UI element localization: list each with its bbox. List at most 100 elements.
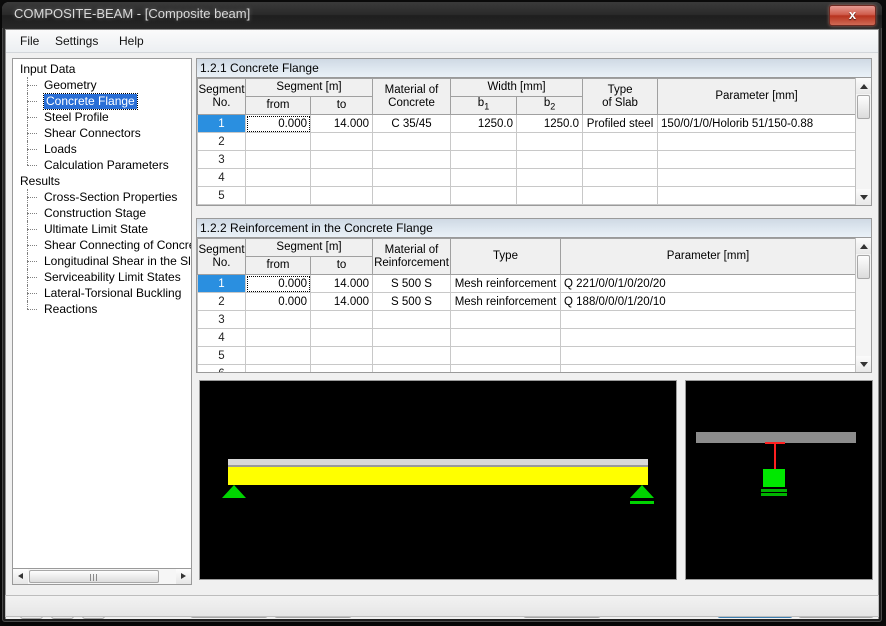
concrete-flange-table[interactable]: Segment No. Segment [m] Material of Conc… [197, 78, 855, 205]
table-row[interactable]: 3 [197, 150, 855, 169]
cell-segment-from[interactable] [245, 364, 311, 372]
row-header-cell[interactable]: 3 [197, 310, 246, 329]
cell-type-of-slab[interactable]: Profiled steel [582, 114, 659, 133]
cell-segment-from[interactable] [245, 168, 311, 187]
navigator-horizontal-scrollbar[interactable] [12, 568, 192, 585]
cell-material-reinforcement[interactable] [372, 328, 452, 347]
cell-width-b2[interactable] [516, 204, 584, 205]
cross-section-graphic[interactable] [685, 380, 873, 580]
cell-parameter[interactable] [657, 150, 855, 169]
cell-type-of-slab[interactable] [582, 204, 659, 205]
cell-segment-to[interactable] [309, 364, 374, 372]
cell-material-concrete[interactable] [372, 204, 452, 205]
cell-segment-to[interactable]: 14.000 [309, 292, 374, 311]
scroll-up-arrow-icon[interactable] [856, 78, 871, 94]
cell-material-reinforcement[interactable]: S 500 S [372, 292, 452, 311]
sidebar-item-calculation-parameters[interactable]: Calculation Parameters [13, 157, 191, 173]
cell-segment-to[interactable] [309, 310, 374, 329]
cell-segment-from[interactable]: 0.000 [245, 274, 311, 293]
cell-material-reinforcement[interactable]: S 500 S [372, 274, 452, 293]
navigator-tree-panel[interactable]: Input Data Geometry Concrete Flange Stee… [12, 58, 192, 584]
cell-material-concrete[interactable] [372, 132, 452, 151]
cell-parameter[interactable] [560, 364, 855, 372]
table-row[interactable]: 2 0.000 14.000 S 500 S Mesh reinforcemen… [197, 292, 855, 311]
cell-segment-from[interactable] [245, 132, 311, 151]
cell-parameter[interactable] [560, 346, 855, 365]
cell-segment-to[interactable]: 14.000 [309, 274, 374, 293]
cell-type[interactable] [450, 310, 562, 329]
menu-settings[interactable]: Settings [48, 33, 105, 49]
cell-segment-from[interactable] [245, 346, 311, 365]
cell-segment-from[interactable] [245, 310, 311, 329]
cell-parameter[interactable] [560, 310, 855, 329]
cell-material-concrete[interactable] [372, 186, 452, 205]
navigator-scroll-thumb[interactable] [29, 570, 159, 583]
cell-segment-to[interactable] [309, 132, 374, 151]
table2-scroll-thumb[interactable] [857, 255, 870, 279]
cell-segment-from[interactable] [245, 204, 311, 205]
beam-elevation-graphic[interactable] [199, 380, 677, 580]
sidebar-item-concrete-flange[interactable]: Concrete Flange [13, 93, 191, 110]
tree-group-input-data[interactable]: Input Data [13, 61, 191, 77]
sidebar-item-shear-connecting-of-concrete[interactable]: Shear Connecting of Concrete I [13, 237, 191, 253]
row-header-cell[interactable]: 3 [197, 150, 246, 169]
scroll-left-arrow-icon[interactable] [13, 569, 28, 584]
cell-parameter[interactable] [657, 168, 855, 187]
cell-material-reinforcement[interactable] [372, 310, 452, 329]
table-row[interactable]: 4 [197, 168, 855, 187]
cell-width-b1[interactable] [450, 204, 518, 205]
table2-vertical-scrollbar[interactable] [855, 238, 871, 372]
cell-parameter[interactable] [560, 328, 855, 347]
cell-width-b2[interactable]: 1250.0 [516, 114, 584, 133]
cell-type-of-slab[interactable] [582, 168, 659, 187]
cell-segment-from[interactable]: 0.000 [245, 114, 311, 133]
cell-width-b1[interactable] [450, 168, 518, 187]
sidebar-item-cross-section-properties[interactable]: Cross-Section Properties [13, 189, 191, 205]
sidebar-item-steel-profile[interactable]: Steel Profile [13, 109, 191, 125]
cell-parameter[interactable]: Q 221/0/0/1/0/20/20 [560, 274, 855, 293]
sidebar-item-reactions[interactable]: Reactions [13, 301, 191, 317]
cell-width-b1[interactable] [450, 150, 518, 169]
cell-segment-to[interactable] [309, 204, 374, 205]
cell-segment-to[interactable]: 14.000 [309, 114, 374, 133]
scroll-right-arrow-icon[interactable] [176, 569, 191, 584]
menu-help[interactable]: Help [112, 33, 151, 49]
cell-type[interactable]: Mesh reinforcement [450, 274, 562, 293]
scroll-up-arrow-icon[interactable] [856, 238, 871, 254]
cell-segment-to[interactable] [309, 150, 374, 169]
cell-segment-to[interactable] [309, 186, 374, 205]
sidebar-item-lateral-torsional-buckling[interactable]: Lateral-Torsional Buckling [13, 285, 191, 301]
cell-type[interactable] [450, 346, 562, 365]
cell-parameter[interactable] [657, 132, 855, 151]
cell-parameter[interactable] [657, 204, 855, 205]
table1-scroll-thumb[interactable] [857, 95, 870, 119]
cell-width-b2[interactable] [516, 168, 584, 187]
table-row[interactable]: 1 0.000 14.000 S 500 S Mesh reinforcemen… [197, 274, 855, 293]
table1-vertical-scrollbar[interactable] [855, 78, 871, 205]
sidebar-item-ultimate-limit-state[interactable]: Ultimate Limit State [13, 221, 191, 237]
sidebar-item-shear-connectors[interactable]: Shear Connectors [13, 125, 191, 141]
sidebar-item-serviceability-limit-states[interactable]: Serviceability Limit States [13, 269, 191, 285]
cell-material-concrete[interactable] [372, 168, 452, 187]
cell-width-b2[interactable] [516, 186, 584, 205]
cell-type-of-slab[interactable] [582, 132, 659, 151]
cell-parameter[interactable] [657, 186, 855, 205]
sidebar-item-longitudinal-shear-in-the-slab[interactable]: Longitudinal Shear in the Slab [13, 253, 191, 269]
row-header-cell[interactable]: 4 [197, 328, 246, 347]
window-close-button[interactable]: x [829, 5, 876, 26]
menu-file[interactable]: File [13, 33, 46, 49]
table-row[interactable]: 1 0.000 14.000 C 35/45 1250.0 1250.0 Pro… [197, 114, 855, 133]
table-row[interactable]: 6 [197, 364, 855, 372]
cell-parameter[interactable]: 150/0/1/0/Holorib 51/150-0.88 [657, 114, 855, 133]
cell-width-b1[interactable]: 1250.0 [450, 114, 518, 133]
cell-width-b1[interactable] [450, 132, 518, 151]
table-row[interactable]: 4 [197, 328, 855, 347]
row-header-cell[interactable]: 2 [197, 292, 246, 311]
cell-type-of-slab[interactable] [582, 186, 659, 205]
scroll-down-arrow-icon[interactable] [856, 356, 871, 372]
table-row[interactable]: 2 [197, 132, 855, 151]
row-header-cell[interactable]: 5 [197, 186, 246, 205]
cell-segment-from[interactable] [245, 328, 311, 347]
cell-parameter[interactable]: Q 188/0/0/0/1/20/10 [560, 292, 855, 311]
row-header-cell[interactable]: 2 [197, 132, 246, 151]
